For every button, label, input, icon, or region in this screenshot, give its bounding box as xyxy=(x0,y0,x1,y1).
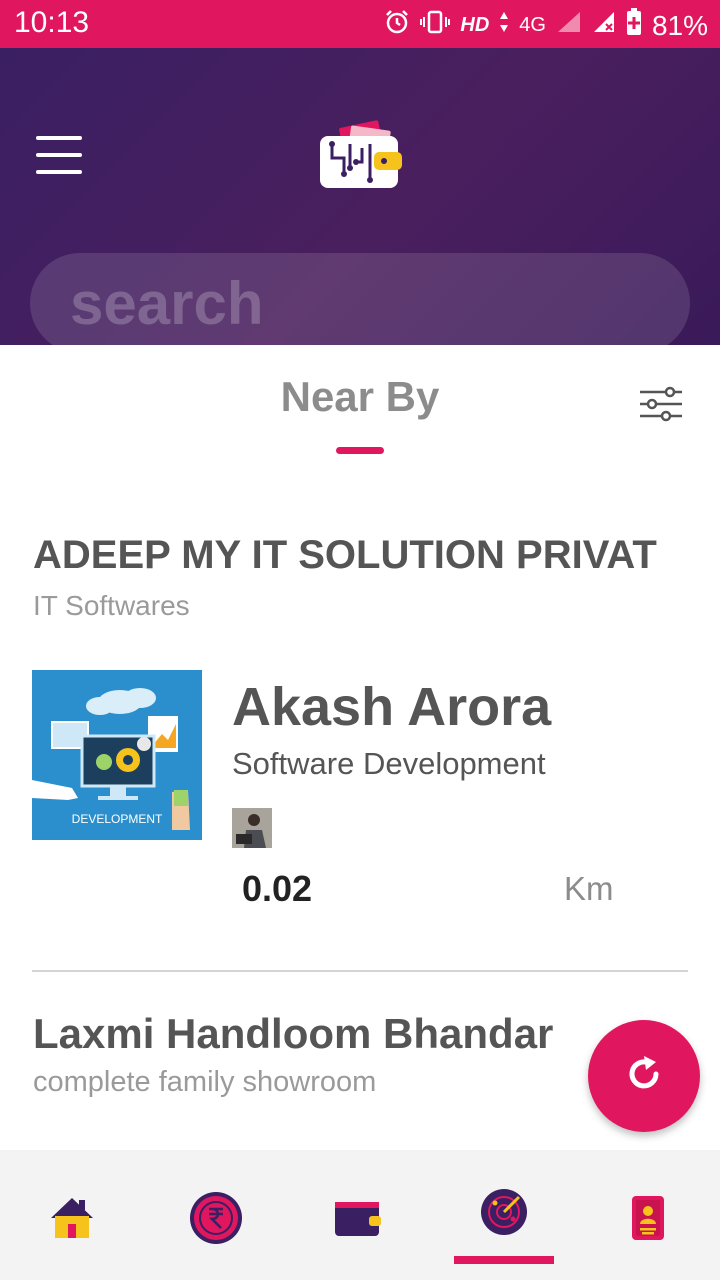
business-category: complete family showroom xyxy=(33,1066,377,1098)
list-divider xyxy=(32,970,688,972)
search-bar[interactable] xyxy=(30,253,690,353)
distance-value: 0.02 xyxy=(242,868,313,909)
bottom-navigation xyxy=(0,1150,720,1280)
thumbnail-caption: DEVELOPMENT xyxy=(71,812,163,826)
home-icon xyxy=(49,1196,95,1245)
contact-name: Akash Arora xyxy=(232,677,552,737)
nav-profile[interactable] xyxy=(618,1190,678,1250)
network-type-label: 4G xyxy=(519,14,546,36)
alarm-icon xyxy=(384,9,410,42)
nav-payments[interactable] xyxy=(186,1190,246,1250)
hamburger-menu-icon[interactable] xyxy=(36,136,84,176)
business-name: ADEEP MY IT SOLUTION PRIVAT xyxy=(33,533,657,577)
vibrate-icon xyxy=(420,9,451,42)
tab-bar: Near By xyxy=(0,345,720,475)
business-thumbnail: DEVELOPMENT xyxy=(32,670,202,840)
signal-no-service-icon xyxy=(592,10,616,41)
refresh-icon xyxy=(622,1052,666,1101)
business-name: Laxmi Handloom Bhandar xyxy=(33,1010,554,1057)
search-input[interactable] xyxy=(70,271,630,335)
distance-unit: Km xyxy=(564,870,614,907)
status-bar: 10:13 HD 4G 81% xyxy=(0,0,720,48)
tab-active-indicator xyxy=(336,447,384,454)
battery-icon xyxy=(626,8,642,43)
nav-active-indicator xyxy=(454,1256,554,1264)
refresh-button[interactable] xyxy=(588,1020,700,1132)
data-arrows-icon xyxy=(499,11,509,40)
contact-role: Software Development xyxy=(232,746,546,781)
nav-wallet[interactable] xyxy=(328,1190,388,1250)
radar-icon xyxy=(479,1187,529,1242)
tab-near-by[interactable]: Near By xyxy=(0,373,720,421)
avatar xyxy=(232,808,272,848)
nav-home[interactable] xyxy=(42,1190,102,1250)
battery-percent: 81% xyxy=(651,9,708,41)
status-icons: HD 4G 81% xyxy=(384,8,708,43)
wallet-circuit-logo-icon xyxy=(318,118,402,190)
status-time: 10:13 xyxy=(14,6,90,39)
wallet-icon xyxy=(333,1198,383,1243)
id-card-icon xyxy=(630,1194,666,1247)
network-hd-label: HD xyxy=(460,14,490,36)
sliders-filter-icon[interactable] xyxy=(638,385,684,423)
nav-nearby[interactable] xyxy=(474,1184,534,1244)
app-header xyxy=(0,48,720,353)
business-category: IT Softwares xyxy=(33,590,190,621)
signal-icon xyxy=(556,10,582,41)
rupee-coin-icon xyxy=(188,1190,244,1251)
